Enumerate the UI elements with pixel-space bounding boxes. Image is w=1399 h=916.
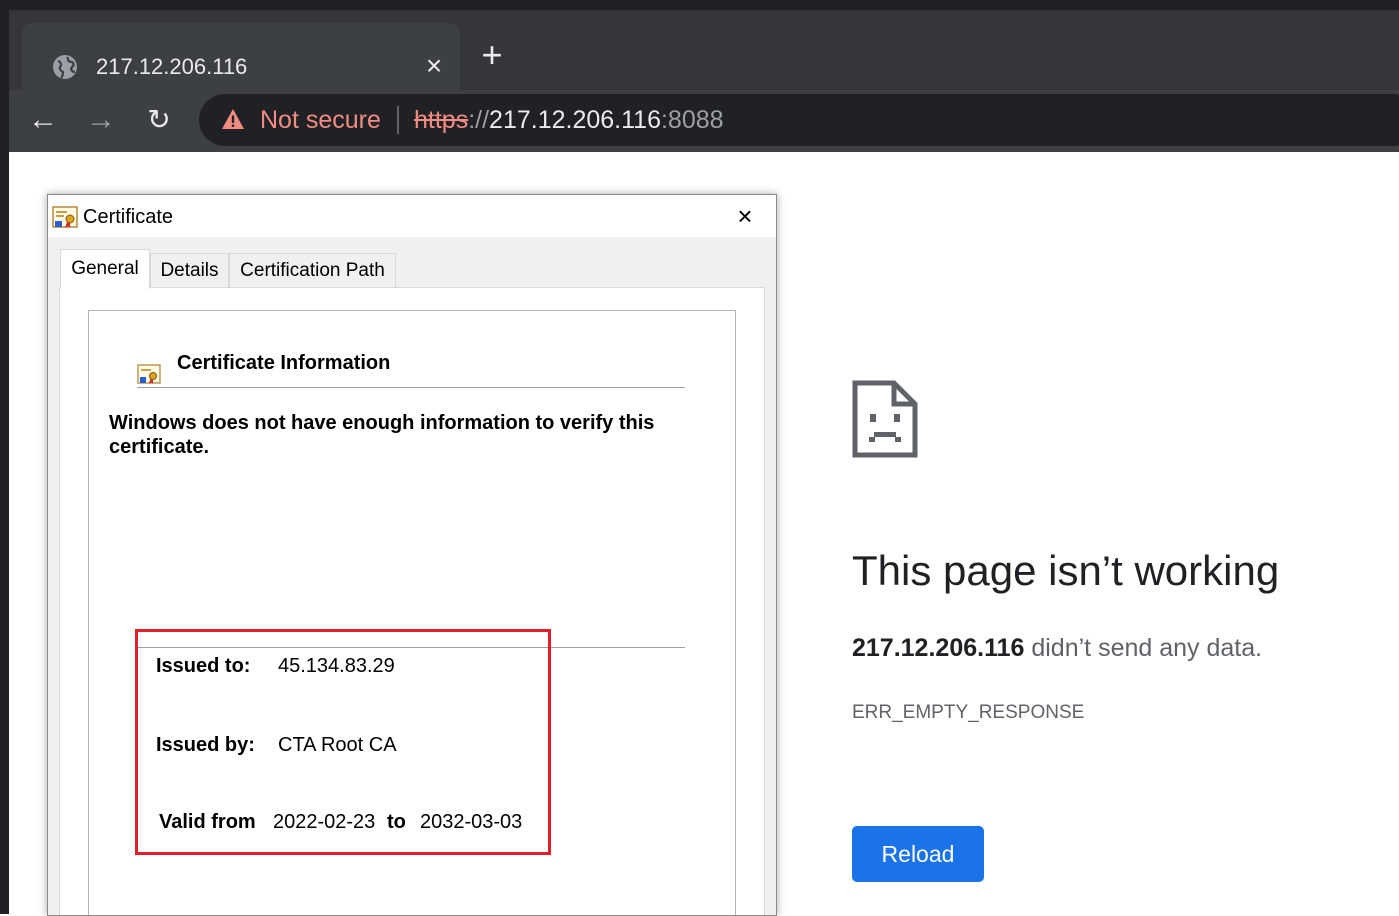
window-frame-top (0, 0, 1399, 10)
url-text[interactable]: https://217.12.206.116:8088 (414, 105, 724, 135)
dialog-close-icon[interactable]: × (730, 201, 760, 231)
error-title: This page isn’t working (852, 547, 1280, 594)
warning-triangle-icon (222, 109, 244, 129)
tab-details[interactable]: Details (150, 253, 229, 287)
tab-certification-path[interactable]: Certification Path (229, 253, 396, 287)
tab-close-icon[interactable]: × (419, 51, 449, 81)
reload-button[interactable]: Reload (852, 826, 984, 882)
new-tab-icon[interactable]: + (474, 37, 510, 74)
url-scheme: https (414, 106, 469, 134)
url-port: :8088 (660, 106, 724, 134)
certificate-icon (52, 206, 78, 228)
window-frame-left (0, 0, 9, 914)
sad-page-icon (852, 380, 918, 458)
tab-general[interactable]: General (60, 249, 150, 289)
error-message-text: didn’t send any data. (1024, 634, 1263, 662)
url-host: 217.12.206.116 (489, 106, 661, 134)
omnibox-divider (397, 106, 399, 134)
red-highlight-box (135, 629, 551, 855)
verification-warning: Windows does not have enough information… (109, 412, 655, 458)
error-code: ERR_EMPTY_RESPONSE (852, 702, 1085, 723)
heading-divider (137, 387, 685, 388)
url-separator: :// (468, 106, 490, 134)
browser-toolbar: ← → ↻ Not secure https://217.12.206.116:… (9, 90, 1399, 152)
not-secure-label[interactable]: Not secure (260, 105, 381, 135)
dialog-titlebar[interactable]: Certificate × (48, 195, 776, 237)
back-arrow-icon[interactable]: ← (23, 100, 63, 140)
address-bar[interactable]: Not secure https://217.12.206.116:8088 (199, 94, 1399, 146)
tab-title: 217.12.206.116 (96, 54, 248, 79)
browser-tab[interactable]: 217.12.206.116 × (22, 23, 460, 96)
certificate-icon (137, 364, 161, 384)
reload-icon[interactable]: ↻ (139, 100, 179, 140)
certificate-info-heading: Certificate Information (177, 352, 391, 374)
error-host: 217.12.206.116 (852, 634, 1025, 662)
forward-arrow-icon[interactable]: → (81, 100, 121, 140)
error-message: 217.12.206.116 didn’t send any data. (852, 632, 1262, 664)
globe-icon (53, 55, 77, 79)
dialog-title: Certificate (83, 206, 174, 228)
tab-strip: 217.12.206.116 × + (9, 10, 1399, 96)
